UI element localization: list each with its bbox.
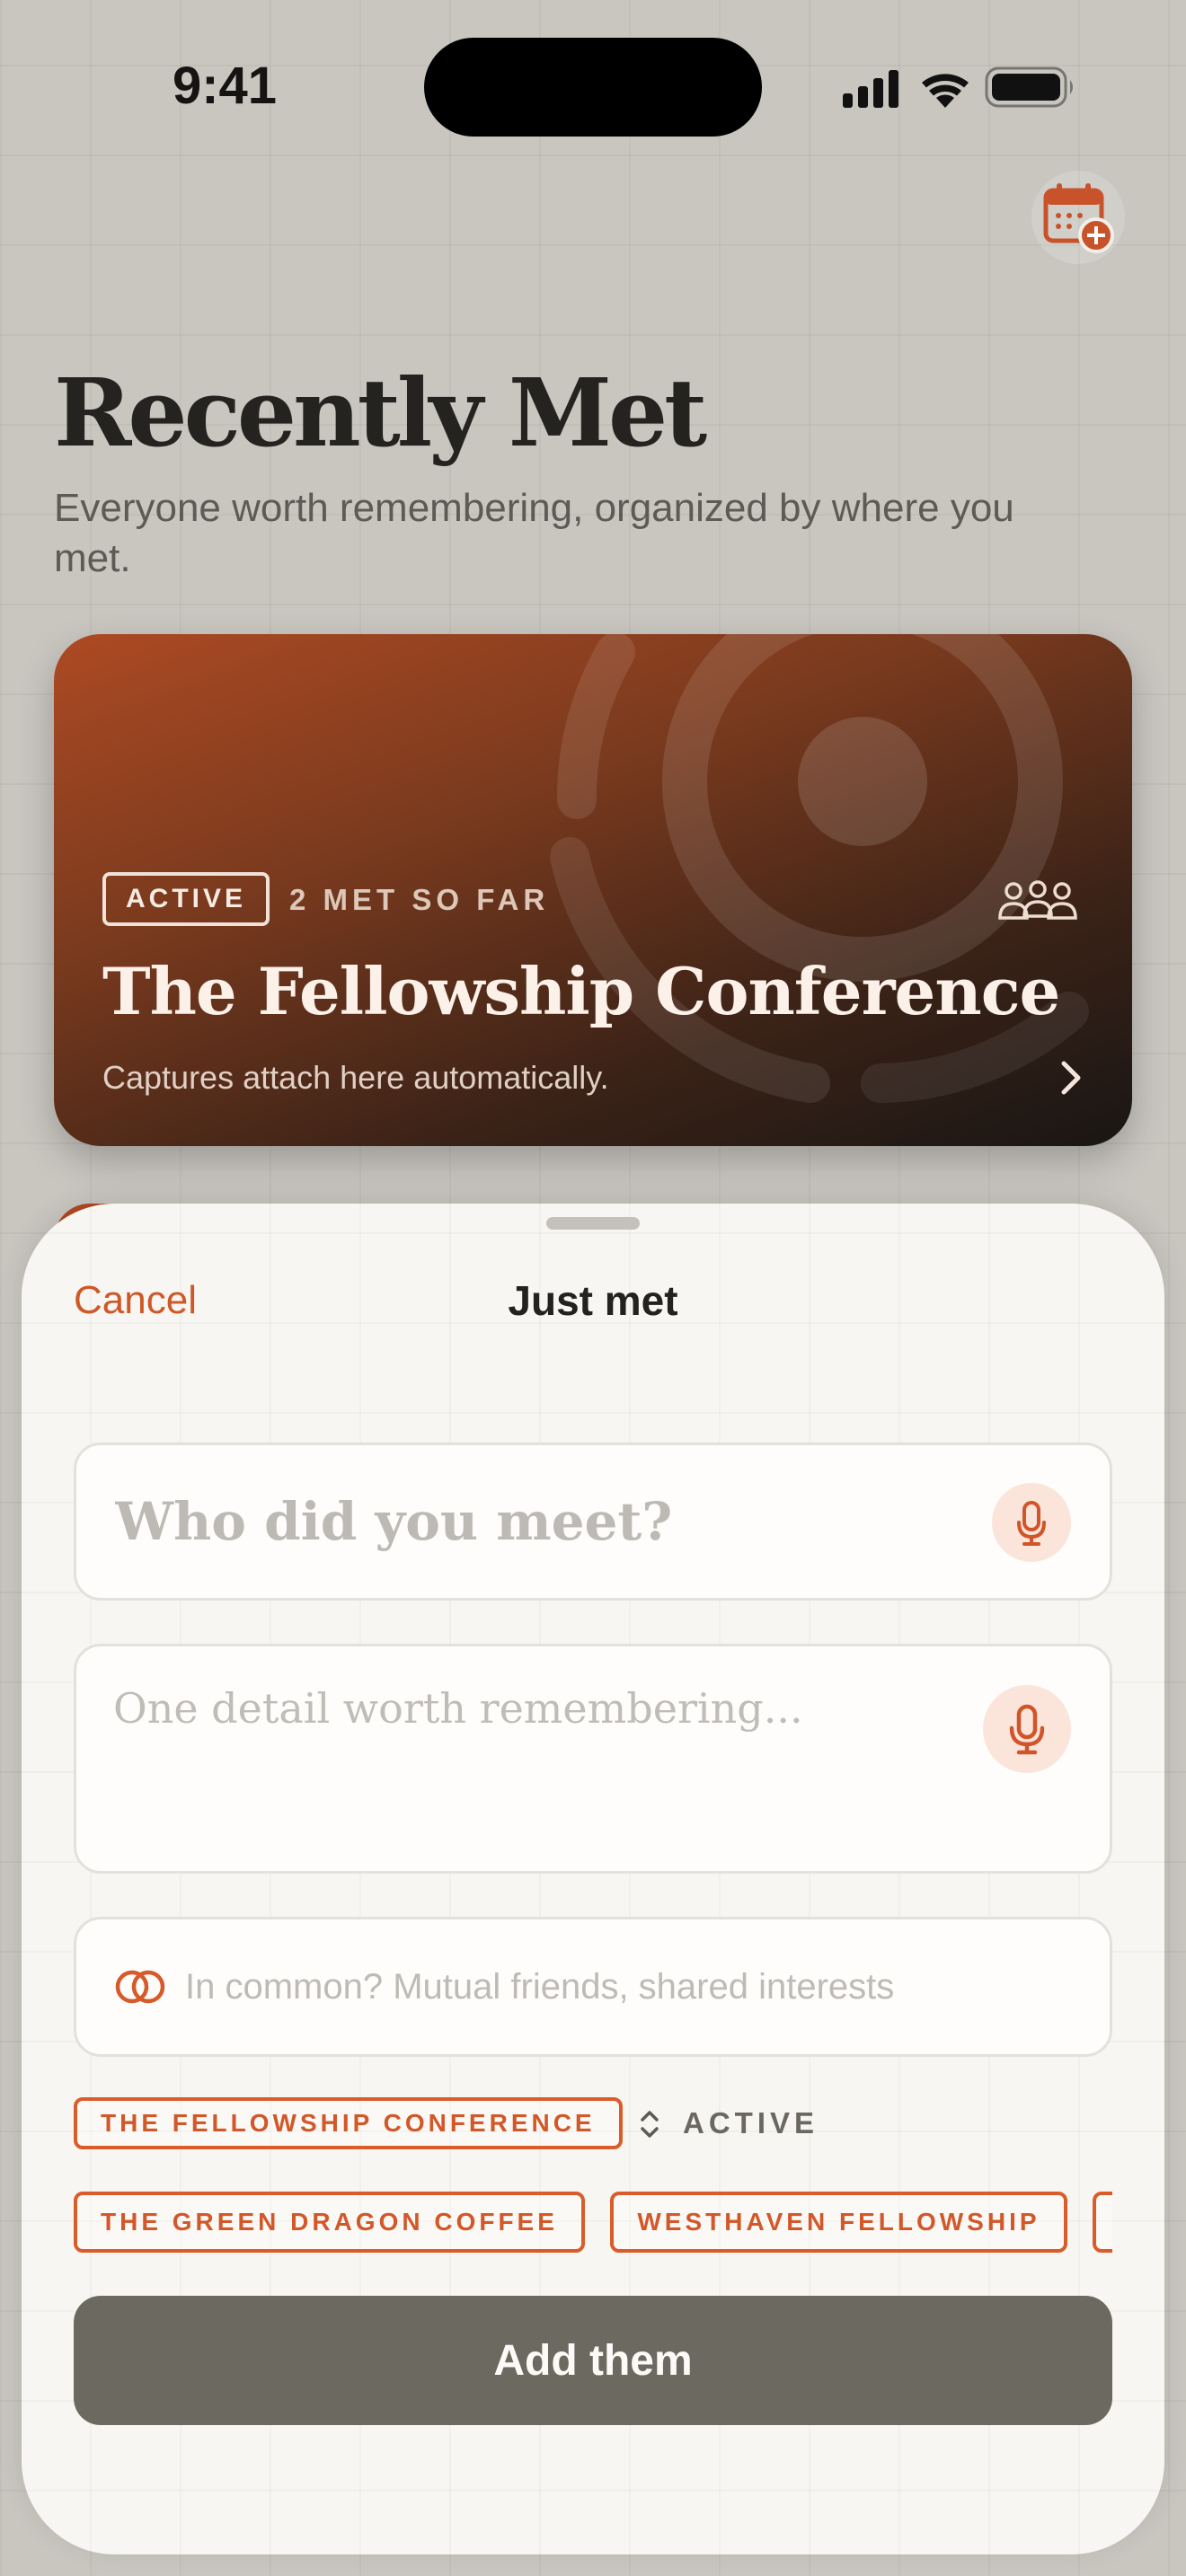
status-icons xyxy=(836,63,1087,111)
name-dictation-button[interactable] xyxy=(992,1483,1071,1562)
add-event-button[interactable] xyxy=(1031,171,1125,264)
page-title: Recently Met xyxy=(54,357,707,468)
detail-input[interactable] xyxy=(113,1681,940,1816)
event-status-label: ACTIVE xyxy=(683,2106,819,2139)
name-input[interactable] xyxy=(115,1482,942,1561)
event-title: The Fellowship Conference xyxy=(102,953,1060,1029)
microphone-icon xyxy=(1017,1501,1046,1546)
cancel-button[interactable]: Cancel xyxy=(74,1275,197,1326)
detail-dictation-button[interactable] xyxy=(983,1685,1071,1773)
event-chip-westhaven-fellowship[interactable]: WESTHAVEN FELLOWSHIP xyxy=(610,2192,1067,2253)
cellular-signal-icon xyxy=(843,70,898,108)
wifi-icon xyxy=(922,74,969,108)
dynamic-island xyxy=(424,38,762,137)
chevron-right-icon xyxy=(1061,1061,1081,1095)
chevron-up-down-icon[interactable] xyxy=(634,2107,665,2141)
status-time: 9:41 xyxy=(172,57,278,115)
event-chip-green-dragon-coffee[interactable]: THE GREEN DRAGON COFFEE xyxy=(74,2192,585,2253)
in-common-input[interactable] xyxy=(185,1958,1066,2016)
battery-icon xyxy=(985,66,1073,108)
sheet-grabber[interactable] xyxy=(546,1217,640,1230)
sheet-title: Just met xyxy=(508,1277,678,1324)
add-them-button[interactable]: Add them xyxy=(74,2296,1112,2425)
overlap-circles-icon xyxy=(115,1970,165,2004)
page-subtitle: Everyone worth remembering, organized by… xyxy=(54,486,1014,580)
met-count: 2 MET SO FAR xyxy=(289,883,550,916)
active-badge: ACTIVE xyxy=(102,872,270,926)
event-chips-row[interactable]: THE GREEN DRAGON COFFEE WESTHAVEN FELLOW… xyxy=(74,2192,1112,2256)
event-caption: Captures attach here automatically. xyxy=(102,1059,609,1096)
calendar-plus-icon xyxy=(1043,183,1114,253)
selected-event-chip[interactable]: THE FELLOWSHIP CONFERENCE xyxy=(74,2097,623,2149)
event-chip-partial[interactable] xyxy=(1092,2192,1112,2253)
people-group-icon xyxy=(998,880,1077,920)
microphone-icon xyxy=(1009,1704,1045,1755)
active-event-card[interactable]: ACTIVE 2 MET SO FAR The Fellowship Confe… xyxy=(54,634,1132,1146)
